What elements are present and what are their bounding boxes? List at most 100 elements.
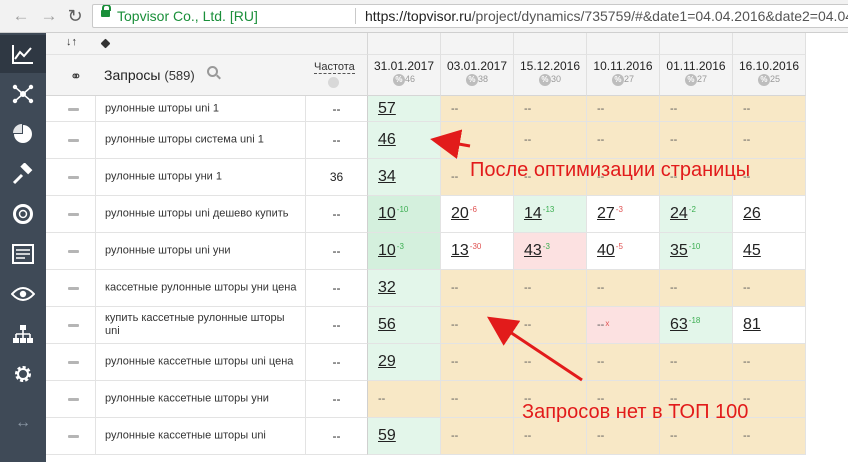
position-value[interactable]: -- bbox=[451, 171, 458, 183]
position-value[interactable]: -- bbox=[451, 282, 458, 294]
position-value[interactable]: 57 bbox=[378, 100, 396, 118]
query-cell[interactable]: рулонные шторы uni 1 bbox=[96, 96, 306, 122]
position-cell[interactable]: 45 bbox=[733, 233, 806, 270]
tag-icon[interactable] bbox=[100, 38, 111, 49]
position-value[interactable]: -- bbox=[524, 134, 531, 146]
position-cell[interactable]: 43-3 bbox=[514, 233, 587, 270]
position-value[interactable]: -- bbox=[524, 103, 531, 115]
position-value[interactable]: -- bbox=[378, 393, 385, 405]
position-cell[interactable]: -- bbox=[660, 344, 733, 381]
table-row[interactable]: рулонные шторы uni дешево купить -- 10-10 2… bbox=[46, 196, 848, 233]
address-bar[interactable]: Topvisor Co., Ltd. [RU] https://topvisor… bbox=[92, 4, 848, 28]
table-row[interactable]: рулонные шторы система uni 1 -- 46 -- -- -- --… bbox=[46, 122, 848, 159]
position-value[interactable]: -- bbox=[451, 319, 458, 331]
position-value[interactable]: -- bbox=[743, 282, 750, 294]
position-cell[interactable]: -- bbox=[441, 270, 514, 307]
position-cell[interactable]: 27-3 bbox=[587, 196, 660, 233]
query-cell[interactable]: рулонные шторы уни 1 bbox=[96, 159, 306, 196]
position-value[interactable]: -- bbox=[743, 356, 750, 368]
position-value[interactable]: 46 bbox=[378, 131, 396, 149]
drag-handle[interactable] bbox=[46, 418, 96, 455]
position-value[interactable]: -- bbox=[597, 103, 604, 115]
sidebar-item-structure[interactable] bbox=[0, 315, 46, 353]
position-cell[interactable]: -- bbox=[587, 270, 660, 307]
position-value[interactable]: --x bbox=[597, 319, 609, 331]
position-cell[interactable]: 34 bbox=[368, 159, 441, 196]
position-value[interactable]: 24-2 bbox=[670, 205, 696, 223]
position-cell[interactable]: 59 bbox=[368, 418, 441, 455]
position-cell[interactable]: 63-18 bbox=[660, 307, 733, 344]
position-cell[interactable]: -- bbox=[587, 344, 660, 381]
position-value[interactable]: 63-18 bbox=[670, 316, 700, 334]
position-value[interactable]: -- bbox=[597, 356, 604, 368]
sidebar-item-competitors[interactable] bbox=[0, 75, 46, 113]
date-column-header[interactable]: 01.11.2016% 27 bbox=[660, 55, 733, 96]
sidebar-item-settings[interactable] bbox=[0, 355, 46, 393]
table-row[interactable]: купить кассетные рулонные шторы uni -- 56 -… bbox=[46, 307, 848, 344]
position-value[interactable]: -- bbox=[524, 356, 531, 368]
position-cell[interactable]: -- bbox=[368, 381, 441, 418]
position-cell[interactable]: -- bbox=[733, 122, 806, 159]
position-value[interactable]: 43-3 bbox=[524, 242, 550, 260]
position-value[interactable]: -- bbox=[743, 103, 750, 115]
drag-handle[interactable] bbox=[46, 270, 96, 307]
reload-icon[interactable]: ↻ bbox=[64, 5, 86, 27]
date-column-header[interactable]: 31.01.2017% 46 bbox=[368, 55, 441, 96]
date-column-header[interactable]: 16.10.2016% 25 bbox=[733, 55, 806, 96]
drag-handle[interactable] bbox=[46, 159, 96, 196]
position-cell[interactable]: -- bbox=[660, 270, 733, 307]
globe-icon[interactable] bbox=[328, 77, 339, 88]
position-value[interactable]: 29 bbox=[378, 353, 396, 371]
query-cell[interactable]: рулонные кассетные шторы uni цена bbox=[96, 344, 306, 381]
position-value[interactable]: 10-10 bbox=[378, 205, 408, 223]
query-cell[interactable]: кассетные рулонные шторы уни цена bbox=[96, 270, 306, 307]
position-value[interactable]: -- bbox=[670, 103, 677, 115]
queries-header[interactable]: Запросы (589) bbox=[104, 67, 195, 83]
query-cell[interactable]: рулонные шторы uni дешево купить bbox=[96, 196, 306, 233]
position-cell[interactable]: -- bbox=[514, 307, 587, 344]
position-cell[interactable]: -- bbox=[587, 96, 660, 122]
position-cell[interactable]: 24-2 bbox=[660, 196, 733, 233]
query-cell[interactable]: купить кассетные рулонные шторы uni bbox=[96, 307, 306, 344]
position-cell[interactable]: 26 bbox=[733, 196, 806, 233]
position-value[interactable]: -- bbox=[670, 356, 677, 368]
link-icon[interactable]: ⚭ bbox=[70, 68, 82, 85]
table-row[interactable]: рулонные шторы uni уни -- 10-3 13-30 43-3 40-… bbox=[46, 233, 848, 270]
position-cell[interactable]: 56 bbox=[368, 307, 441, 344]
position-value[interactable]: -- bbox=[451, 356, 458, 368]
position-cell[interactable]: 29 bbox=[368, 344, 441, 381]
position-cell[interactable]: -- bbox=[441, 418, 514, 455]
sidebar-item-tools[interactable] bbox=[0, 155, 46, 193]
position-cell[interactable]: 32 bbox=[368, 270, 441, 307]
position-value[interactable]: -- bbox=[451, 430, 458, 442]
position-value[interactable]: 45 bbox=[743, 242, 761, 260]
position-cell[interactable]: -- bbox=[514, 344, 587, 381]
drag-handle[interactable] bbox=[46, 122, 96, 159]
back-arrow-icon[interactable]: ← bbox=[10, 5, 32, 27]
drag-handle[interactable] bbox=[46, 307, 96, 344]
date-column-header[interactable]: 15.12.2016% 30 bbox=[514, 55, 587, 96]
drag-handle[interactable] bbox=[46, 96, 96, 122]
date-column-header[interactable]: 10.11.2016% 27 bbox=[587, 55, 660, 96]
position-cell[interactable]: -- bbox=[587, 122, 660, 159]
position-value[interactable]: 13-30 bbox=[451, 242, 481, 260]
position-value[interactable]: 34 bbox=[378, 168, 396, 186]
frequency-header[interactable]: Частота bbox=[314, 61, 355, 74]
position-value[interactable]: -- bbox=[670, 430, 677, 442]
position-cell[interactable]: --x bbox=[587, 307, 660, 344]
position-value[interactable]: 14-13 bbox=[524, 205, 554, 223]
position-cell[interactable]: 14-13 bbox=[514, 196, 587, 233]
drag-handle[interactable] bbox=[46, 196, 96, 233]
position-cell[interactable]: -- bbox=[660, 96, 733, 122]
position-value[interactable]: 32 bbox=[378, 279, 396, 297]
position-value[interactable]: 26 bbox=[743, 205, 761, 223]
position-cell[interactable]: -- bbox=[441, 122, 514, 159]
site-identity[interactable]: Topvisor Co., Ltd. [RU] bbox=[117, 5, 258, 27]
position-value[interactable]: -- bbox=[597, 134, 604, 146]
position-cell[interactable]: 10-10 bbox=[368, 196, 441, 233]
position-value[interactable]: 56 bbox=[378, 316, 396, 334]
position-cell[interactable]: -- bbox=[514, 270, 587, 307]
position-value[interactable]: -- bbox=[451, 134, 458, 146]
table-row[interactable]: кассетные рулонные шторы уни цена -- 32 -- -… bbox=[46, 270, 848, 307]
query-cell[interactable]: рулонные кассетные шторы уни bbox=[96, 381, 306, 418]
